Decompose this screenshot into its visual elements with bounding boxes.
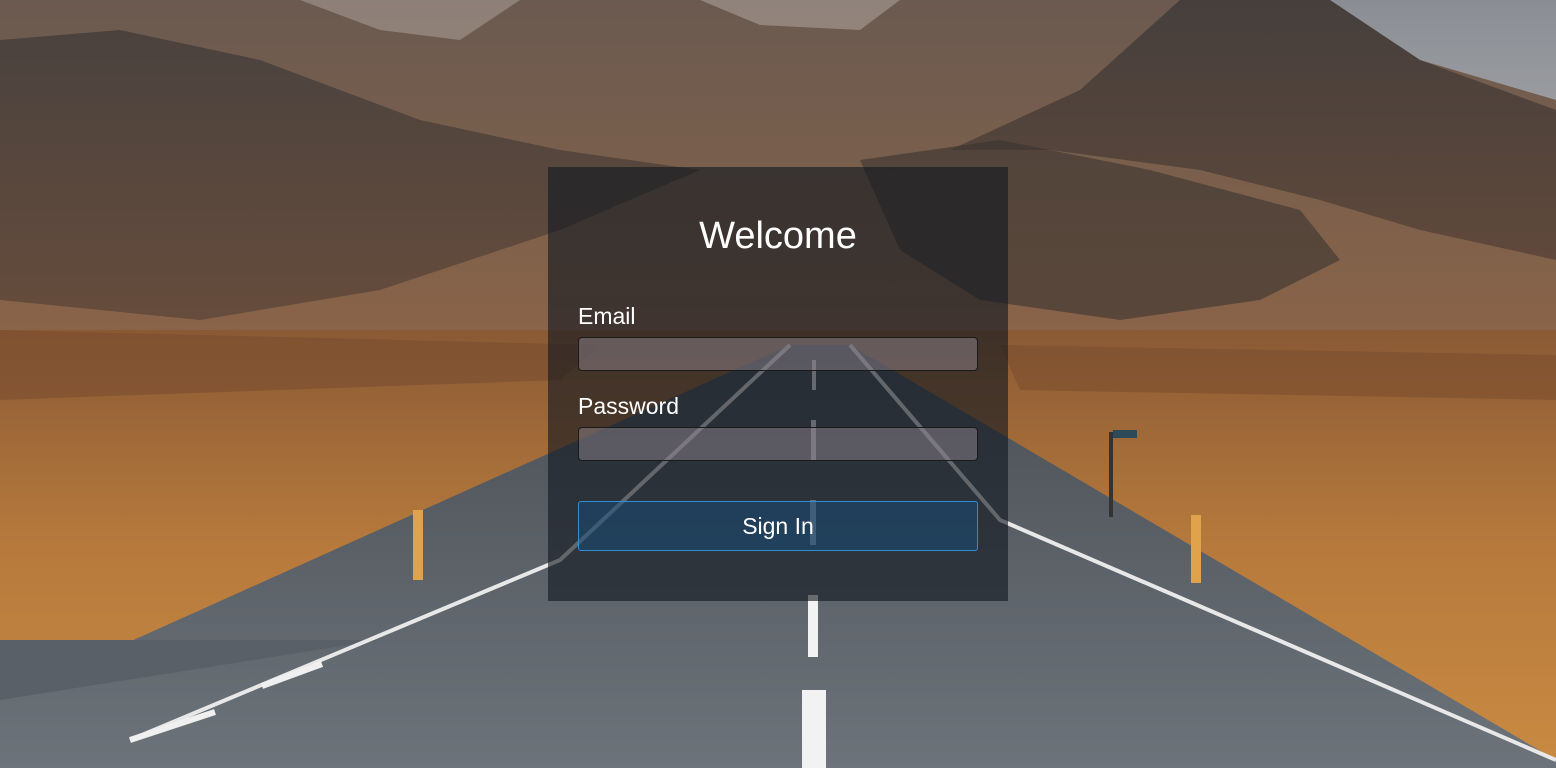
page-title: Welcome bbox=[699, 215, 857, 257]
sign-in-button[interactable]: Sign In bbox=[578, 501, 978, 551]
login-card: Welcome Email Password Sign In bbox=[548, 167, 1008, 601]
email-label: Email bbox=[578, 303, 636, 329]
email-field[interactable] bbox=[578, 337, 978, 371]
password-field[interactable] bbox=[578, 427, 978, 461]
password-label: Password bbox=[578, 393, 679, 419]
